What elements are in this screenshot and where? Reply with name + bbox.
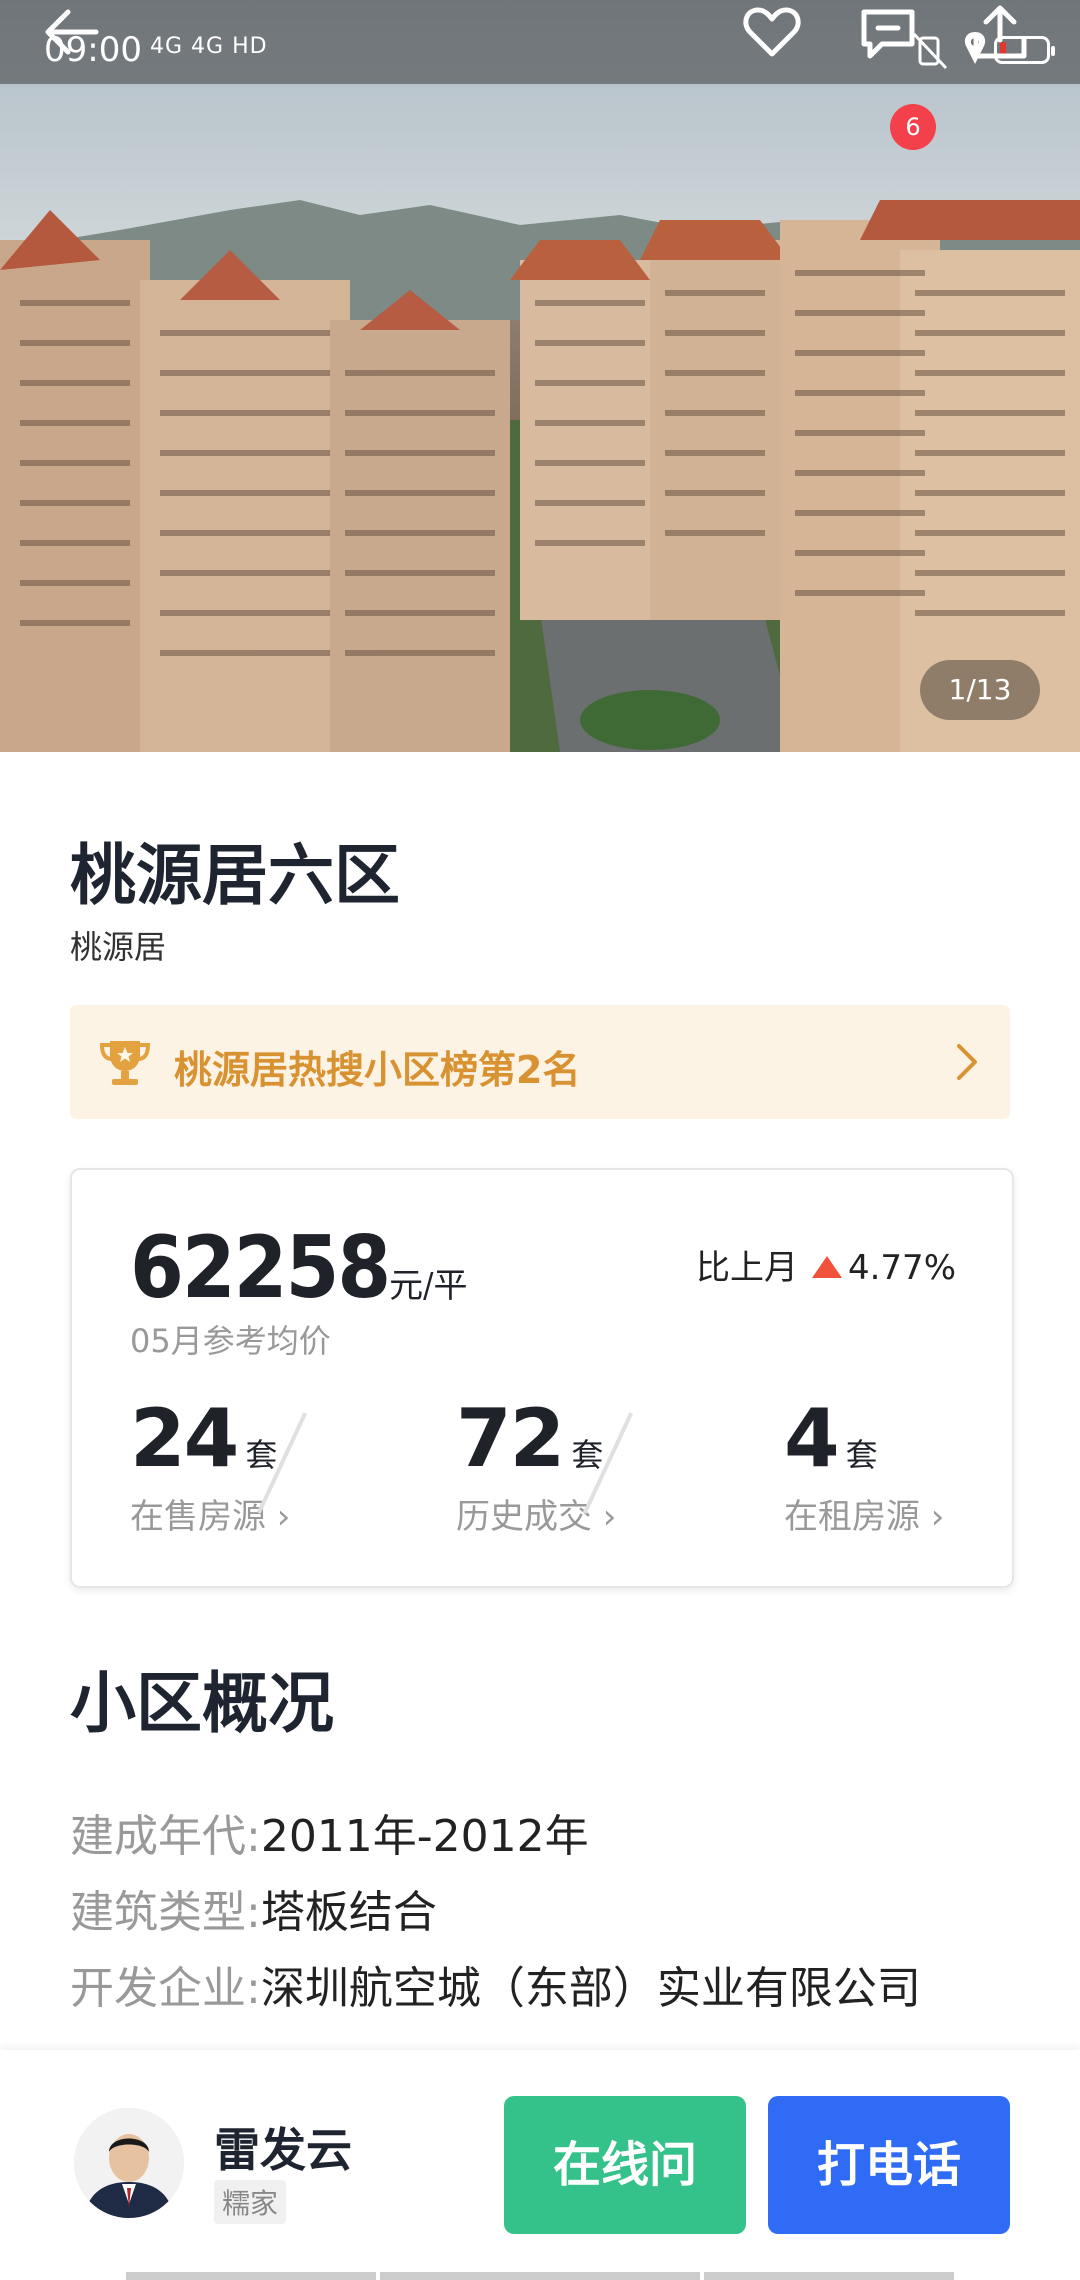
agent-contact-bar: 雷发云 糯家 在线问 打电话 <box>0 2050 1080 2280</box>
info-key: 建筑类型: <box>70 1887 261 1938</box>
month-over-month: 比上月 4.77% <box>696 1240 956 1289</box>
hot-rank-banner[interactable]: 桃源居热搜小区榜第2名 <box>70 1005 1010 1119</box>
info-row-building-type: 建筑类型:塔板结合 <box>70 1876 437 1940</box>
stat-value: 4 <box>784 1392 840 1485</box>
message-icon[interactable] <box>856 0 920 64</box>
info-key: 建成年代: <box>70 1811 261 1862</box>
stat-unit: 套 <box>571 1436 604 1474</box>
mom-value: 4.77% <box>847 1248 956 1288</box>
info-value: 塔板结合 <box>260 1887 437 1938</box>
hero-photo[interactable]: 09:00 4G 4G HD 6 1/13 <box>0 0 1080 752</box>
back-arrow-icon[interactable] <box>40 0 104 64</box>
nav-bar-segment <box>704 2272 954 2280</box>
average-price: 62258元/平 <box>130 1218 467 1318</box>
photo-counter: 1/13 <box>920 660 1040 720</box>
stat-unit: 套 <box>845 1436 878 1474</box>
hot-rank-text: 桃源居热搜小区榜第2名 <box>174 1048 581 1092</box>
agent-name: 雷发云 <box>214 2123 352 2177</box>
overview-title: 小区概况 <box>70 1665 334 1742</box>
price-value: 62258 <box>130 1218 391 1318</box>
share-icon[interactable] <box>968 0 1032 64</box>
network-indicator: 4G 4G HD <box>150 34 268 59</box>
trophy-icon <box>99 1041 151 1085</box>
info-row-build-year: 建成年代:2011年-2012年 <box>70 1800 589 1864</box>
stat-label: 在租房源 › <box>784 1497 945 1537</box>
call-button[interactable]: 打电话 <box>768 2096 1010 2234</box>
info-value: 深圳航空城（东部）实业有限公司 <box>260 1963 921 2014</box>
mom-label: 比上月 <box>695 1248 798 1288</box>
price-card: 62258元/平 05月参考均价 比上月 4.77% 24 套 在售房源 › 72 套… <box>70 1168 1014 1588</box>
favorite-heart-icon[interactable] <box>740 0 804 64</box>
agent-avatar[interactable] <box>74 2108 184 2218</box>
nav-bar-segment <box>380 2272 700 2280</box>
agent-company-tag: 糯家 <box>214 2180 287 2224</box>
nav-bar-segment <box>126 2272 376 2280</box>
stat-unit: 套 <box>245 1436 278 1474</box>
message-badge: 6 <box>890 104 936 150</box>
stat-value: 72 <box>456 1392 565 1485</box>
price-unit: 元/平 <box>389 1266 468 1306</box>
info-value: 2011年-2012年 <box>260 1811 589 1862</box>
stat-for-sale[interactable]: 24 套 在售房源 › <box>130 1392 390 1538</box>
community-area[interactable]: 桃源居 <box>70 922 166 968</box>
stat-history-deals[interactable]: 72 套 历史成交 › <box>456 1392 716 1538</box>
online-chat-button[interactable]: 在线问 <box>504 2096 746 2234</box>
chevron-right-icon <box>957 1044 977 1080</box>
stat-for-rent[interactable]: 4套 在租房源 › <box>784 1392 1044 1538</box>
stat-value: 24 <box>130 1392 239 1485</box>
info-row-developer: 开发企业:深圳航空城（东部）实业有限公司 <box>70 1952 921 2016</box>
price-caption: 05月参考均价 <box>130 1322 331 1360</box>
info-key: 开发企业: <box>70 1963 261 2014</box>
community-title: 桃源居六区 <box>70 837 400 914</box>
agent-portrait <box>74 2108 184 2218</box>
up-arrow-icon <box>811 1255 842 1278</box>
